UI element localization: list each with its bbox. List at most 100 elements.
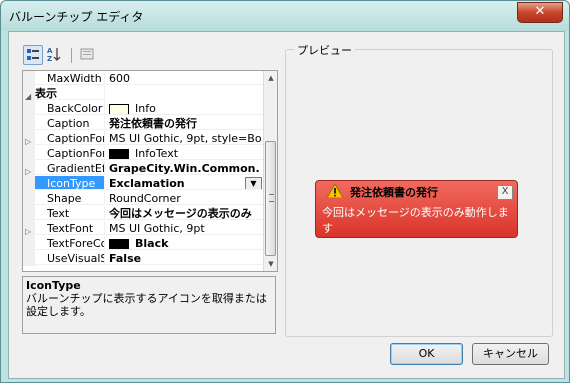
property-value-text: 発注依頼書の発行 bbox=[109, 117, 197, 130]
property-value-text: Info bbox=[135, 102, 156, 115]
property-grid-toolbar: A Z bbox=[23, 45, 113, 67]
color-swatch bbox=[109, 238, 129, 249]
property-value-text: GrapeCity.Win.Common. bbox=[109, 162, 260, 175]
property-grid-scrollbar[interactable]: ▲ ▼ bbox=[263, 71, 277, 271]
property-grid: MaxWidth 600 ◢ 表示 BackColor Info Caption 発注依頼書の… bbox=[22, 70, 278, 272]
dropdown-arrow-icon[interactable]: ▼ bbox=[245, 177, 262, 189]
property-row[interactable]: BackColor Info bbox=[23, 101, 263, 116]
property-value[interactable]: MS UI Gothic, 9pt bbox=[106, 221, 263, 235]
description-title: IconType bbox=[26, 279, 81, 292]
property-row[interactable]: Shape RoundCorner bbox=[23, 191, 263, 206]
property-pages-button[interactable] bbox=[78, 45, 98, 65]
ok-button[interactable]: OK bbox=[390, 343, 463, 365]
property-row[interactable]: ▷ TextFont MS UI Gothic, 9pt bbox=[23, 221, 263, 236]
row-gutter bbox=[23, 116, 35, 131]
property-value[interactable]: 今回はメッセージの表示のみ bbox=[106, 206, 263, 220]
property-name[interactable]: Text bbox=[35, 206, 105, 220]
property-name[interactable]: Caption bbox=[35, 116, 105, 130]
preview-label: プレビュー bbox=[294, 42, 355, 58]
categorized-view-button[interactable] bbox=[23, 45, 43, 65]
property-value[interactable]: MS UI Gothic, 9pt, style=Bo bbox=[106, 131, 263, 145]
property-row[interactable]: MaxWidth 600 bbox=[23, 71, 263, 86]
scrollbar-thumb[interactable] bbox=[265, 141, 276, 256]
property-value[interactable]: RoundCorner bbox=[106, 191, 263, 205]
property-value[interactable]: 600 bbox=[106, 71, 263, 85]
property-row[interactable]: ◢ 表示 bbox=[23, 86, 263, 101]
property-name[interactable]: UseVisualSty bbox=[35, 251, 105, 265]
balloon-text: 今回はメッセージの表示のみ動作します bbox=[322, 206, 509, 235]
property-value[interactable]: GrapeCity.Win.Common. bbox=[106, 161, 263, 175]
balloon-preview: 発注依頼書の発行 今回はメッセージの表示のみ動作します X bbox=[315, 180, 518, 238]
row-gutter: ▷ bbox=[23, 161, 35, 176]
property-name[interactable]: Shape bbox=[35, 191, 105, 205]
property-value[interactable]: Info bbox=[106, 101, 263, 115]
description-text: バルーンチップに表示するアイコンを取得または設定します。 bbox=[26, 292, 267, 318]
property-value-text: Exclamation bbox=[109, 177, 185, 190]
property-row[interactable]: IconType Exclamation ▼ bbox=[23, 176, 263, 191]
sort-az-icon: A Z bbox=[47, 47, 61, 63]
categorized-view-icon bbox=[27, 49, 39, 60]
row-gutter: ▷ bbox=[23, 131, 35, 146]
balloon-title: 発注依頼書の発行 bbox=[350, 186, 438, 199]
property-value-text: 今回はメッセージの表示のみ bbox=[109, 207, 252, 220]
row-gutter bbox=[23, 146, 35, 161]
scroll-up-arrow-icon[interactable]: ▲ bbox=[265, 71, 277, 85]
svg-text:A: A bbox=[47, 47, 53, 55]
row-gutter bbox=[23, 71, 35, 86]
property-name[interactable]: 表示 bbox=[35, 86, 105, 100]
property-name[interactable]: CaptionForeC bbox=[35, 146, 105, 160]
property-value[interactable]: InfoText bbox=[106, 146, 263, 160]
property-value-text: MS UI Gothic, 9pt, style=Bo bbox=[109, 132, 262, 145]
scroll-down-arrow-icon[interactable]: ▼ bbox=[265, 257, 277, 271]
title-bar: バルーンチップ エディタ ✕ bbox=[1, 1, 569, 31]
property-value-text: RoundCorner bbox=[109, 192, 181, 205]
alphabetical-sort-button[interactable]: A Z bbox=[45, 45, 65, 65]
property-value[interactable]: Black bbox=[106, 236, 263, 250]
color-swatch bbox=[109, 148, 129, 159]
property-row[interactable]: ▷GradientEffec GrapeCity.Win.Common. bbox=[23, 161, 263, 176]
dialog-client-area: A Z MaxWidth 600 ◢ 表示 BackColor Info Caption 発注… bbox=[8, 31, 565, 379]
property-name[interactable]: MaxWidth bbox=[35, 71, 105, 85]
row-gutter bbox=[23, 251, 35, 266]
property-row[interactable]: Text 今回はメッセージの表示のみ bbox=[23, 206, 263, 221]
property-row[interactable]: TextForeColo Black bbox=[23, 236, 263, 251]
color-swatch bbox=[109, 103, 129, 114]
property-row[interactable]: Caption 発注依頼書の発行 bbox=[23, 116, 263, 131]
property-name[interactable]: GradientEffec bbox=[35, 161, 105, 175]
window-title: バルーンチップ エディタ bbox=[9, 10, 144, 24]
balloon-editor-window: バルーンチップ エディタ ✕ A Z MaxWidth 600 ◢ 表示 Bac… bbox=[0, 0, 570, 383]
property-value[interactable]: Exclamation ▼ bbox=[106, 176, 263, 190]
toolbar-separator bbox=[71, 48, 72, 63]
row-gutter bbox=[23, 191, 35, 206]
row-gutter: ▷ bbox=[23, 221, 35, 236]
property-name[interactable]: CaptionFont bbox=[35, 131, 105, 145]
scroll-grip-icon bbox=[269, 194, 274, 202]
balloon-close-icon[interactable]: X bbox=[497, 185, 513, 200]
property-row[interactable]: CaptionForeC InfoText bbox=[23, 146, 263, 161]
row-gutter bbox=[23, 236, 35, 251]
property-name[interactable]: TextForeColo bbox=[35, 236, 105, 250]
preview-group: プレビュー 発注依頼書の発行 今回はメッセージの表示のみ動作します X bbox=[285, 42, 553, 337]
property-row[interactable]: ▷CaptionFont MS UI Gothic, 9pt, style=Bo bbox=[23, 131, 263, 146]
row-gutter bbox=[23, 206, 35, 221]
svg-text:Z: Z bbox=[47, 55, 52, 63]
row-gutter bbox=[23, 101, 35, 116]
property-value-text: False bbox=[109, 252, 142, 265]
row-gutter: ◢ bbox=[23, 86, 35, 101]
property-value-text: 600 bbox=[109, 72, 130, 85]
property-value-text: InfoText bbox=[135, 147, 179, 160]
warning-icon bbox=[327, 184, 343, 198]
property-value-text: Black bbox=[135, 237, 169, 250]
cancel-button[interactable]: キャンセル bbox=[472, 343, 549, 365]
property-value[interactable]: False bbox=[106, 251, 263, 265]
property-description-panel: IconType バルーンチップに表示するアイコンを取得または設定します。 bbox=[22, 276, 276, 334]
property-name[interactable]: BackColor bbox=[35, 101, 105, 115]
property-value-text: MS UI Gothic, 9pt bbox=[109, 222, 205, 235]
property-row[interactable]: UseVisualSty False bbox=[23, 251, 263, 266]
property-value[interactable]: 発注依頼書の発行 bbox=[106, 116, 263, 130]
property-name[interactable]: TextFont bbox=[35, 221, 105, 235]
property-pages-icon bbox=[80, 48, 94, 60]
row-gutter bbox=[23, 176, 35, 191]
close-button[interactable]: ✕ bbox=[517, 2, 563, 23]
property-name[interactable]: IconType bbox=[35, 176, 105, 190]
